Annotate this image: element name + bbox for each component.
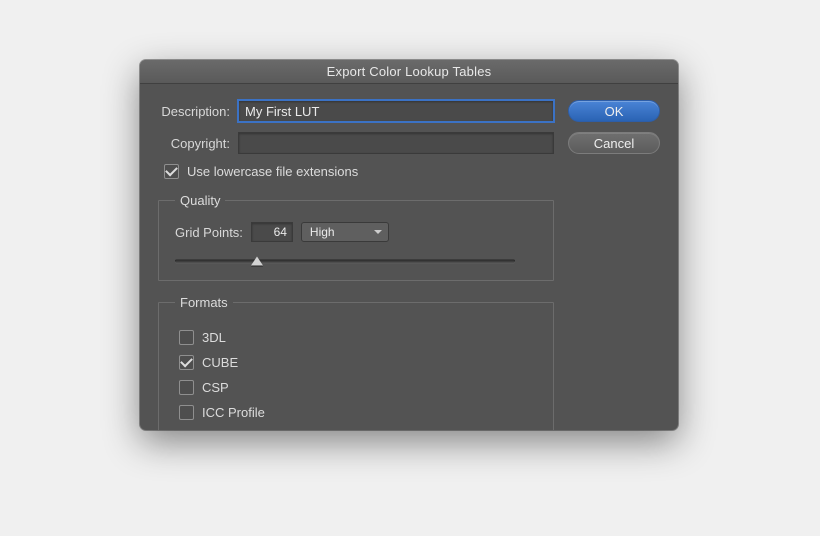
format-label: 3DL	[202, 330, 226, 345]
format-label: ICC Profile	[202, 405, 265, 420]
description-input[interactable]	[238, 100, 554, 122]
lowercase-extensions-checkbox[interactable]	[164, 164, 179, 179]
quality-group: Quality Grid Points: High	[158, 193, 554, 281]
lowercase-extensions-row: Use lowercase file extensions	[164, 164, 554, 179]
format-label: CUBE	[202, 355, 238, 370]
formats-list: 3DL CUBE CSP ICC Profile	[175, 330, 537, 420]
description-row: Description:	[158, 100, 554, 122]
format-item: ICC Profile	[179, 405, 537, 420]
dialog-window: Export Color Lookup Tables Description: …	[140, 60, 678, 430]
copyright-input[interactable]	[238, 132, 554, 154]
quality-legend: Quality	[175, 193, 225, 208]
formats-legend: Formats	[175, 295, 233, 310]
copyright-row: Copyright:	[158, 132, 554, 154]
format-checkbox[interactable]	[179, 330, 194, 345]
grid-points-label: Grid Points:	[175, 225, 243, 240]
quality-preset-value: High	[310, 225, 335, 239]
action-buttons: OK Cancel	[568, 100, 660, 430]
format-item: CUBE	[179, 355, 537, 370]
copyright-label: Copyright:	[158, 136, 238, 151]
quality-preset-select[interactable]: High	[301, 222, 389, 242]
dialog-title: Export Color Lookup Tables	[140, 60, 678, 84]
cancel-button[interactable]: Cancel	[568, 132, 660, 154]
grid-points-row: Grid Points: High	[175, 222, 537, 242]
formats-group: Formats 3DL CUBE CSP ICC Profile	[158, 295, 554, 430]
format-item: 3DL	[179, 330, 537, 345]
lowercase-extensions-label: Use lowercase file extensions	[187, 164, 358, 179]
slider-thumb[interactable]	[251, 257, 263, 266]
slider-track	[175, 260, 515, 263]
main-panel: Description: Copyright: Use lowercase fi…	[158, 100, 554, 430]
ok-button[interactable]: OK	[568, 100, 660, 122]
grid-points-input[interactable]	[251, 222, 293, 242]
dialog-content: Description: Copyright: Use lowercase fi…	[140, 84, 678, 430]
format-checkbox[interactable]	[179, 380, 194, 395]
grid-points-slider[interactable]	[175, 254, 515, 268]
format-checkbox[interactable]	[179, 355, 194, 370]
format-item: CSP	[179, 380, 537, 395]
format-checkbox[interactable]	[179, 405, 194, 420]
description-label: Description:	[158, 104, 238, 119]
format-label: CSP	[202, 380, 229, 395]
